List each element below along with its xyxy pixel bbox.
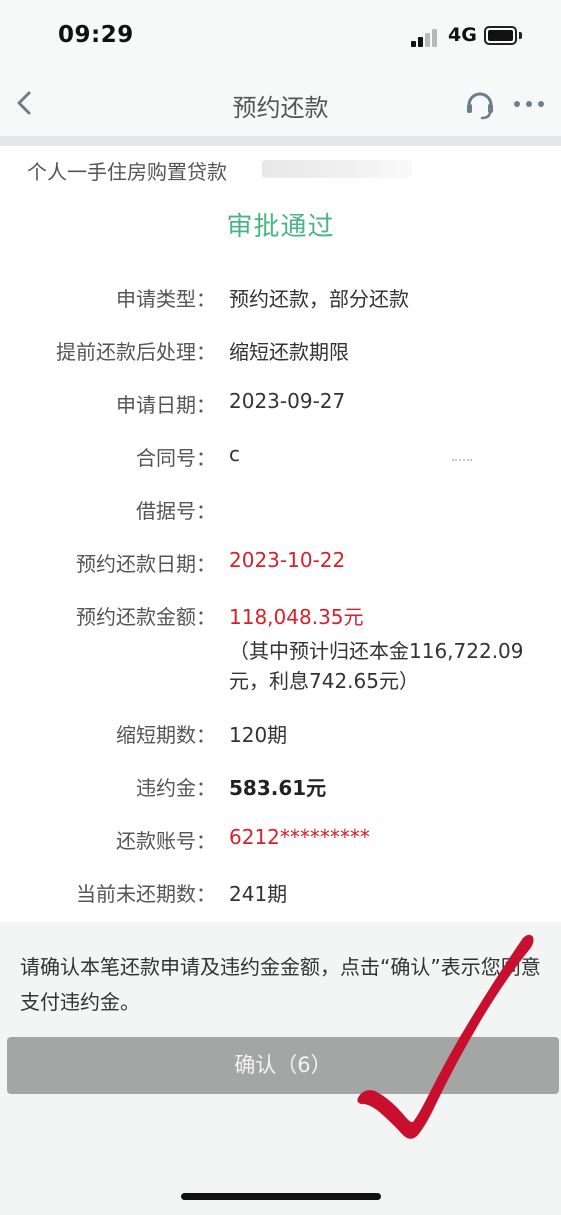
repay-amount-note-line1: （其中预计归还本金116,722.09: [229, 639, 524, 663]
home-indicator: [181, 1193, 381, 1200]
checkmark-icon: [357, 934, 534, 1139]
signal-icon: [411, 29, 439, 47]
account-label: 还款账号：: [116, 829, 216, 853]
application-type-label: 申请类型：: [116, 287, 216, 311]
status-time: 09:29: [58, 22, 134, 48]
screen: 09:29 4G 预约还款 个人一手住房购置贷款 审批通过 申请类型： 预约还款…: [0, 0, 561, 1215]
divider-band: [0, 136, 561, 146]
repay-date-label: 预约还款日期：: [76, 552, 216, 576]
penalty-value: 583.61元: [229, 776, 327, 800]
battery-icon: [484, 26, 517, 45]
nav-bar: 预约还款: [0, 72, 561, 136]
loan-name: 个人一手住房购置贷款: [27, 160, 227, 184]
application-date-label: 申请日期：: [116, 393, 216, 417]
receipt-number-label: 借据号：: [136, 499, 216, 523]
headset-icon[interactable]: [464, 88, 496, 120]
masked-loan-number: [262, 160, 412, 178]
detail-card: [0, 146, 561, 922]
remaining-periods-value: 241期: [229, 882, 288, 906]
application-type-value: 预约还款，部分还款: [229, 287, 409, 311]
remaining-periods-label: 当前未还期数：: [76, 882, 216, 906]
approval-status: 审批通过: [226, 212, 335, 242]
penalty-label: 违约金：: [136, 776, 216, 800]
account-value: 6212*********: [229, 825, 370, 849]
post-processing-value: 缩短还款期限: [229, 340, 349, 364]
status-bar: 09:29 4G: [0, 0, 561, 72]
shortened-periods-value: 120期: [229, 723, 288, 747]
repay-amount-label: 预约还款金额：: [76, 605, 216, 629]
more-icon[interactable]: [513, 99, 545, 109]
repay-amount-note-line2: 元，利息742.65元）: [229, 669, 419, 693]
repay-date-value: 2023-10-22: [229, 548, 346, 572]
post-processing-label: 提前还款后处理：: [56, 340, 216, 364]
application-date-value: 2023-09-27: [229, 389, 346, 413]
contract-number-value: c: [229, 442, 240, 466]
masked-contract-number: [452, 459, 472, 465]
battery-cap: [519, 32, 522, 39]
contract-number-label: 合同号：: [136, 446, 216, 470]
shortened-periods-label: 缩短期数：: [116, 723, 216, 747]
network-type: 4G: [448, 24, 477, 46]
repay-amount-value: 118,048.35元: [229, 605, 364, 629]
